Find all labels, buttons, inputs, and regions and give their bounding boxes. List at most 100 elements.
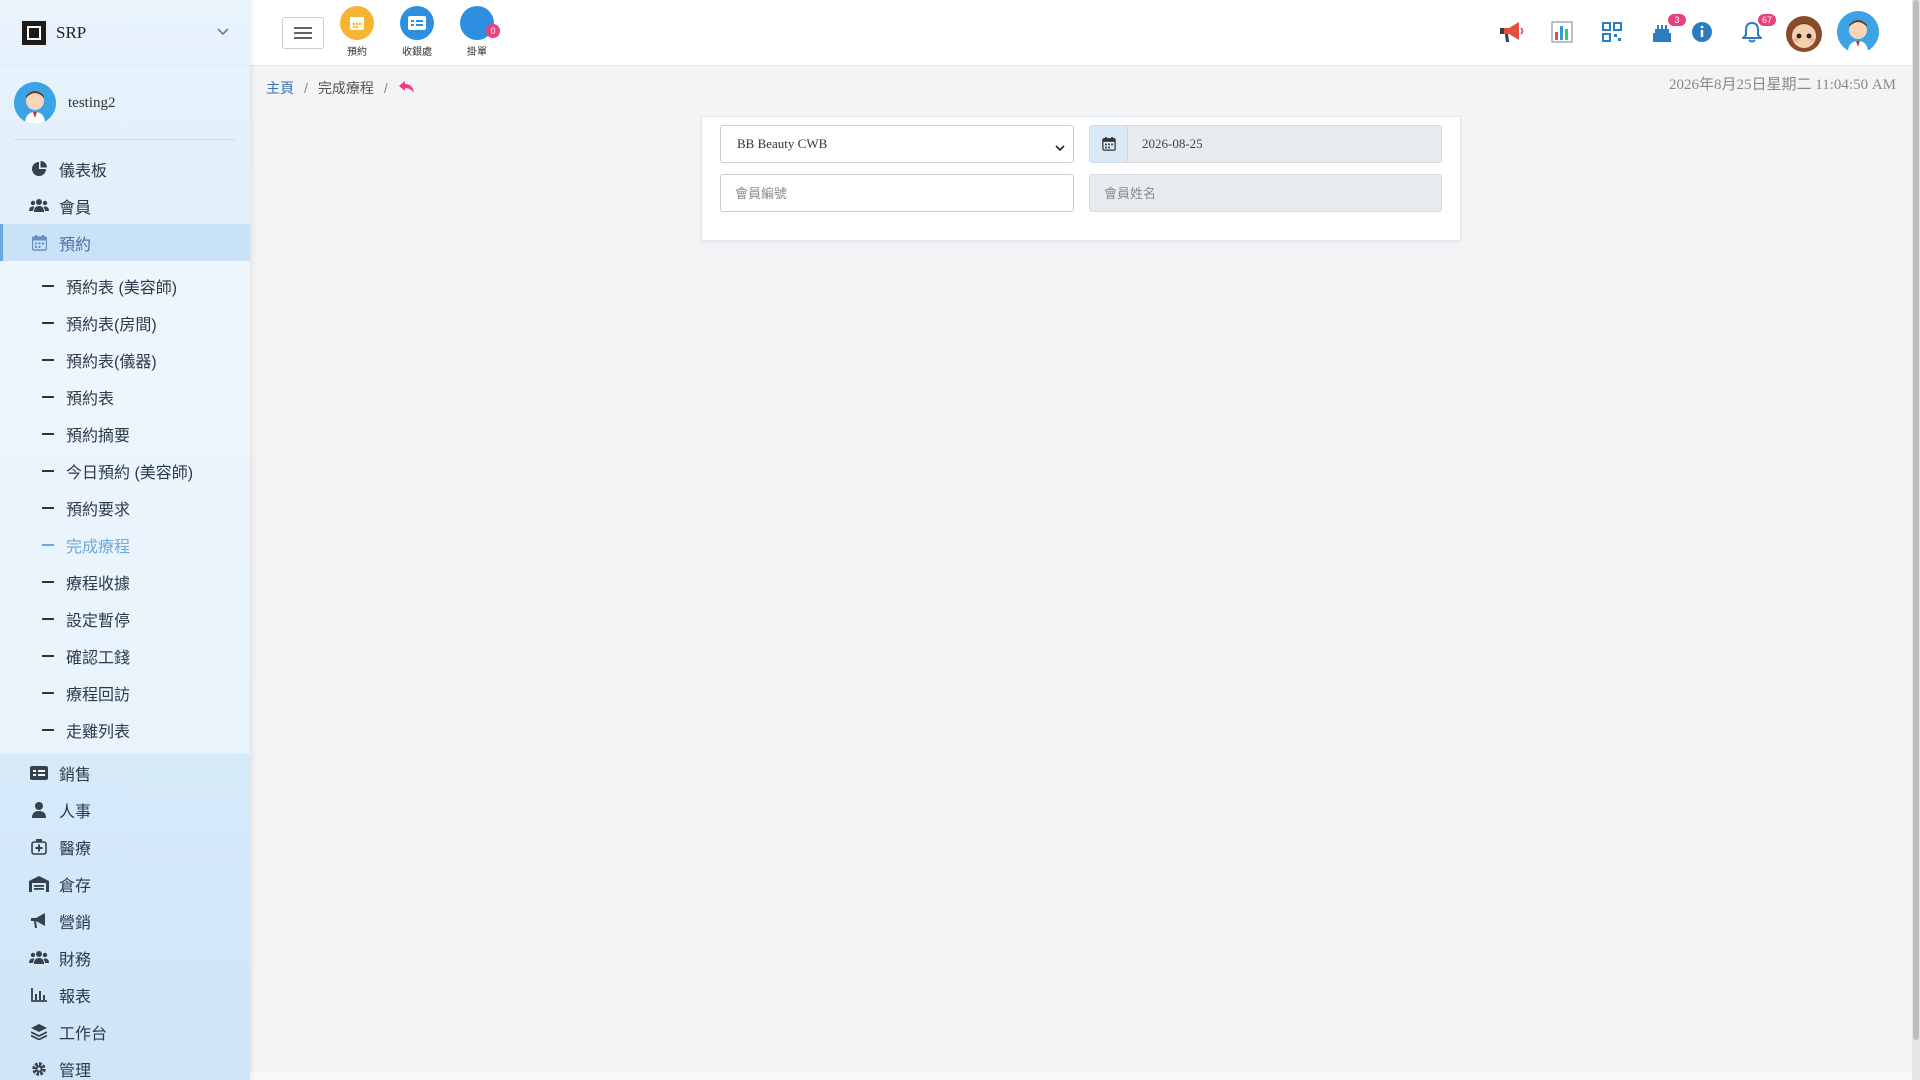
sidebar-item-label: 儀表板	[59, 162, 108, 180]
submenu-item-label: 預約表(房間)	[66, 316, 157, 334]
submenu-item[interactable]: 預約表(房間)	[0, 304, 250, 341]
sidebar-item-label: 工作台	[59, 1025, 108, 1043]
sidebar-item-label: 營銷	[59, 914, 92, 932]
dash-icon	[42, 469, 54, 472]
dash-icon	[42, 284, 54, 287]
menu-toggle-button[interactable]	[282, 17, 324, 49]
users-icon	[29, 197, 49, 215]
submenu-item-label: 預約要求	[66, 501, 131, 519]
submenu-item-current[interactable]: 完成療程	[0, 526, 250, 563]
chart-pie-icon	[29, 160, 49, 178]
dash-icon	[42, 506, 54, 509]
notification-count-badge: 67	[1757, 14, 1776, 26]
users-icon	[29, 949, 49, 967]
booking-submenu: 預約表 (美容師) 預約表(房間) 預約表(儀器) 預約表 預約摘要 今日預約 …	[0, 261, 250, 754]
dash-icon	[42, 691, 54, 694]
scrollbar-thumb[interactable]	[1913, 0, 1919, 1040]
breadcrumb-current: 完成療程	[317, 80, 374, 96]
calendar-icon	[1090, 126, 1128, 162]
sidebar-item-marketing[interactable]: 營銷	[0, 902, 250, 939]
brand-header[interactable]: SRP	[0, 0, 250, 66]
submenu-item[interactable]: 預約表(儀器)	[0, 341, 250, 378]
submenu-item[interactable]: 預約表 (美容師)	[0, 267, 250, 304]
chevron-down-icon	[1055, 140, 1065, 156]
sidebar-item-finance[interactable]: 財務	[0, 939, 250, 976]
topbar: 預約 收銀處 0 掛單 3 67	[250, 0, 1920, 66]
sidebar-item-label: 醫療	[59, 840, 92, 858]
submenu-item-label: 預約表	[66, 390, 115, 408]
bell-icon[interactable]: 67	[1732, 12, 1776, 52]
calendar-icon	[340, 6, 374, 40]
shop-select[interactable]: BB Beauty CWB	[720, 125, 1074, 163]
sidebar-item-reports[interactable]: 報表	[0, 976, 250, 1013]
back-arrow-icon[interactable]	[398, 80, 416, 97]
submenu-item[interactable]: 預約摘要	[0, 415, 250, 452]
current-datetime: 2026年8月25日星期二 11:04:50 AM	[1669, 77, 1896, 93]
submenu-item[interactable]: 療程回訪	[0, 674, 250, 711]
sidebar-item-hr[interactable]: 人事	[0, 791, 250, 828]
megaphone-icon[interactable]	[1492, 12, 1532, 52]
date-value: 2026-08-25	[1128, 126, 1441, 162]
quick-label: 收銀處	[402, 47, 432, 58]
brand-logo	[20, 18, 48, 47]
sidebar-item-inventory[interactable]: 倉存	[0, 865, 250, 902]
report-chart-icon[interactable]	[1542, 12, 1582, 52]
sidebar-item-dashboard[interactable]: 儀表板	[0, 150, 250, 187]
sidebar-item-members[interactable]: 會員	[0, 187, 250, 224]
shop-select-value: BB Beauty CWB	[737, 136, 828, 151]
dash-icon	[42, 432, 54, 435]
dash-icon	[42, 395, 54, 398]
horizontal-scrollbar[interactable]	[250, 1072, 1912, 1080]
submenu-item[interactable]: 療程收據	[0, 563, 250, 600]
dash-icon	[42, 728, 54, 731]
submenu-item[interactable]: 預約表	[0, 378, 250, 415]
user-avatar	[14, 82, 56, 124]
quick-booking-button[interactable]: 預約	[327, 6, 387, 58]
submenu-item-label: 確認工錢	[66, 649, 131, 667]
quick-label: 掛單	[467, 47, 487, 58]
dash-icon	[42, 321, 54, 324]
receipt-icon	[29, 764, 49, 782]
submenu-item-label: 完成療程	[66, 538, 131, 556]
dash-icon	[42, 654, 54, 657]
submenu-item-label: 預約表 (美容師)	[66, 279, 178, 297]
submenu-item[interactable]: 走雞列表	[0, 711, 250, 748]
info-icon[interactable]	[1682, 12, 1722, 52]
quick-cashier-button[interactable]: 收銀處	[387, 6, 447, 58]
hold-icon: 0	[460, 6, 500, 40]
hamburger-icon	[294, 32, 312, 34]
submenu-item[interactable]: 確認工錢	[0, 637, 250, 674]
sidebar-item-admin[interactable]: 管理	[0, 1050, 250, 1080]
chevron-down-icon[interactable]	[216, 24, 230, 41]
breadcrumb-home-link[interactable]: 主頁	[266, 78, 294, 98]
vertical-scrollbar[interactable]	[1912, 0, 1920, 1080]
mascot-avatar[interactable]	[1782, 12, 1826, 52]
submenu-item-label: 療程收據	[66, 575, 131, 593]
dash-icon	[42, 543, 54, 546]
hold-count-badge: 0	[486, 24, 500, 38]
quick-label: 預約	[347, 47, 367, 58]
sidebar-item-booking[interactable]: 預約	[0, 224, 250, 261]
submenu-item[interactable]: 今日預約 (美容師)	[0, 452, 250, 489]
member-number-input[interactable]	[720, 174, 1074, 212]
sidebar-item-medical[interactable]: 醫療	[0, 828, 250, 865]
calendar-icon	[29, 234, 49, 252]
submenu-item[interactable]: 設定暫停	[0, 600, 250, 637]
sidebar-item-sales[interactable]: 銷售	[0, 754, 250, 791]
birthday-cake-icon[interactable]: 3	[1642, 12, 1686, 52]
sidebar-item-label: 人事	[59, 803, 92, 821]
dash-icon	[42, 580, 54, 583]
sidebar-item-label: 報表	[59, 988, 92, 1006]
user-panel[interactable]: testing2	[0, 66, 250, 140]
sidebar-item-workbench[interactable]: 工作台	[0, 1013, 250, 1050]
dash-icon	[42, 358, 54, 361]
quick-hold-button[interactable]: 0 掛單	[447, 6, 507, 58]
submenu-item-label: 設定暫停	[66, 612, 131, 630]
sidebar-item-label: 財務	[59, 951, 92, 969]
cashier-icon	[400, 6, 434, 40]
submenu-item[interactable]: 預約要求	[0, 489, 250, 526]
date-picker[interactable]: 2026-08-25	[1089, 125, 1442, 163]
qr-code-icon[interactable]	[1592, 12, 1632, 52]
brand-name: SRP	[56, 22, 87, 42]
profile-avatar[interactable]	[1836, 11, 1880, 53]
